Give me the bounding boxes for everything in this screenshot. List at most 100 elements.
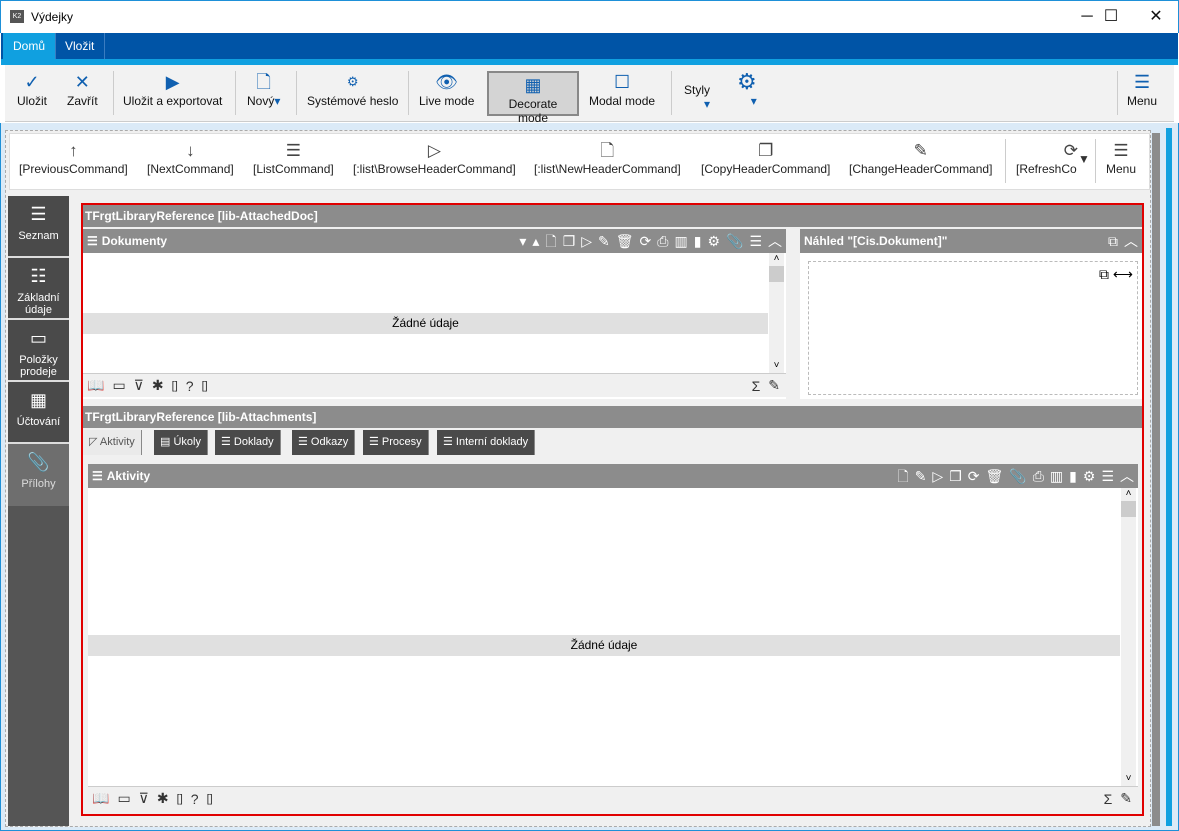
sidebar-item-zakladni-udaje[interactable]: ☷ Základní údaje [8, 258, 69, 320]
play-outline-icon[interactable]: ▷ [932, 464, 943, 488]
hamburger-icon[interactable]: ☰ [749, 229, 762, 253]
fit-width-icon[interactable]: ⟷ [1113, 266, 1133, 283]
play-outline-icon[interactable]: ▷ [581, 229, 592, 253]
asterisk-icon[interactable]: ✱ [152, 377, 164, 394]
refresh-icon[interactable]: ⟳ [968, 464, 980, 488]
collapse-icon[interactable]: ︿ [1124, 229, 1138, 253]
modal-mode-label: Modal mode [589, 94, 656, 108]
brackets-button[interactable]: [] [207, 793, 213, 805]
new-document-icon[interactable]: 🗋 [545, 229, 556, 253]
tab-aktivity[interactable]: ◸ Aktivity [83, 430, 142, 455]
collapse-icon[interactable]: ︿ [1120, 464, 1134, 488]
paperclip-icon[interactable]: 📎 [726, 229, 743, 253]
close-button[interactable]: ✕ Zavřít [63, 70, 102, 118]
modal-mode-button[interactable]: ☐ Modal mode [585, 70, 659, 118]
new-header-command-button[interactable]: 🗋 [:list\NewHeaderCommand] [534, 140, 681, 176]
list-icon: ☰ [285, 141, 301, 160]
next-command-button[interactable]: ↓ [NextCommand] [147, 140, 234, 176]
maximize-button[interactable]: ☐ [1091, 5, 1131, 29]
sum-button[interactable]: Σ [752, 378, 761, 394]
help-button[interactable]: ? [191, 791, 199, 807]
copy-header-command-button[interactable]: ❐ [CopyHeaderCommand] [701, 140, 830, 176]
trash-icon[interactable]: 🗑 [616, 229, 634, 253]
sidebar: ☰ Seznam ☷ Základní údaje ▭ Položky prodeje… [8, 196, 69, 826]
filter-icon[interactable]: ⊽ [134, 377, 144, 394]
print-icon[interactable]: ⎙ [657, 229, 668, 253]
brackets-button[interactable]: [] [202, 380, 208, 392]
tab-interni-doklady[interactable]: ☰ Interní doklady [437, 430, 536, 455]
refresh-icon: ⟳ [1063, 141, 1078, 160]
live-mode-button[interactable]: 👁 Live mode [415, 70, 478, 118]
brackets-button[interactable]: [] [172, 380, 178, 392]
columns-icon[interactable]: ▮ [1069, 464, 1077, 488]
book-icon[interactable]: 📖 [87, 377, 104, 394]
vertical-scrollbar[interactable]: ˄ ˅ [769, 253, 784, 373]
save-export-button[interactable]: ▶ Uložit a exportovat [119, 70, 226, 118]
commands-menu-button[interactable]: ☰ Menu [1106, 140, 1136, 176]
copy-icon[interactable]: ❐ [949, 464, 962, 488]
close-window-button[interactable]: ✕ [1136, 5, 1176, 29]
column-chooser-icon[interactable]: ☰ [83, 234, 102, 248]
edit-icon[interactable]: ✎ [1120, 790, 1138, 807]
sidebar-item-seznam[interactable]: ☰ Seznam [8, 196, 69, 258]
preview-panel: Náhled "[Cis.Dokument]" ⧉ ︿ ⧉ ⟷ [800, 229, 1142, 399]
divider [235, 71, 236, 115]
archive-icon[interactable]: ▭ [112, 377, 125, 394]
dokumenty-panel: ☰ Dokumenty ▾ ▴ 🗋 ❐ ▷ ✎ 🗑 ⟳ ⎙ ▥ ▮ ⚙ 📎 ☰ ︿ Žádné údaje ˄… [83, 229, 786, 399]
sidebar-item-uctovani[interactable]: ▦ Účtování [8, 382, 69, 444]
pencil-icon[interactable]: ✎ [598, 229, 610, 253]
chart-icon[interactable]: ▥ [1050, 464, 1063, 488]
columns-icon[interactable]: ▮ [694, 229, 702, 253]
gear-icon[interactable]: ⚙ [1083, 464, 1096, 488]
print-icon[interactable]: ⎙ [1033, 464, 1044, 488]
tab-odkazy[interactable]: ☰ Odkazy [292, 430, 356, 455]
browse-header-command-button[interactable]: ▷ [:list\BrowseHeaderCommand] [353, 140, 516, 176]
tab-procesy[interactable]: ☰ Procesy [363, 430, 429, 455]
tab-ukoly[interactable]: ▤ Úkoly [154, 430, 208, 455]
refresh-command-button[interactable]: ⟳ [RefreshCo [1016, 140, 1078, 176]
trash-icon[interactable]: 🗑 [986, 464, 1004, 488]
sort-down-icon[interactable]: ▾ [519, 229, 526, 253]
archive-icon[interactable]: ▭ [117, 790, 130, 807]
paperclip-icon[interactable]: 📎 [1009, 464, 1026, 488]
settings-dropdown[interactable]: ⚙ ▾ [733, 70, 761, 118]
tab-vlozit[interactable]: Vložit [55, 33, 106, 60]
copy-icon[interactable]: ❐ [563, 229, 576, 253]
more-commands-dropdown[interactable]: ▼ [1078, 152, 1090, 166]
hamburger-icon[interactable]: ☰ [1101, 464, 1114, 488]
ribbon-menu-button[interactable]: ☰ Menu [1123, 70, 1161, 118]
system-password-button[interactable]: ⚙ Systémové heslo [303, 70, 402, 118]
new-document-icon[interactable]: 🗋 [897, 464, 908, 488]
collapse-icon[interactable]: ︿ [768, 229, 782, 253]
open-external-icon[interactable]: ⧉ [1108, 229, 1118, 253]
save-button[interactable]: ✓ Uložit [13, 70, 51, 118]
previous-command-button[interactable]: ↑ [PreviousCommand] [19, 140, 128, 176]
edit-icon[interactable]: ✎ [768, 377, 786, 394]
sum-button[interactable]: Σ [1104, 791, 1113, 807]
list-command-button[interactable]: ☰ [ListCommand] [253, 140, 334, 176]
new-dropdown-button[interactable]: 🗋 Nový▾ [243, 70, 284, 118]
sidebar-item-polozky-prodeje[interactable]: ▭ Položky prodeje [8, 320, 69, 382]
decorate-mode-button[interactable]: ▦ Decorate mode [487, 71, 579, 125]
refresh-icon[interactable]: ⟳ [640, 229, 652, 253]
sidebar-item-prilohy[interactable]: 📎 Přílohy [8, 444, 69, 506]
change-header-command-button[interactable]: ✎ [ChangeHeaderCommand] [849, 140, 992, 176]
chart-icon[interactable]: ▥ [674, 229, 687, 253]
sort-up-icon[interactable]: ▴ [532, 229, 539, 253]
book-icon[interactable]: 📖 [92, 790, 109, 807]
tab-domu[interactable]: Domů [3, 33, 57, 60]
splitter[interactable] [1166, 128, 1172, 826]
column-chooser-icon[interactable]: ☰ [88, 469, 107, 483]
gear-icon[interactable]: ⚙ [707, 229, 720, 253]
asterisk-icon[interactable]: ✱ [157, 790, 169, 807]
help-button[interactable]: ? [186, 378, 194, 394]
app-logo-icon: K2 [10, 10, 24, 23]
vertical-scrollbar[interactable]: ˄ ˅ [1121, 488, 1136, 786]
ribbon: ✓ Uložit ✕ Zavřít ▶ Uložit a exportovat 🗋 No… [5, 65, 1174, 125]
tab-doklady[interactable]: ☰ Doklady [215, 430, 281, 455]
form-scrollbar[interactable] [1152, 133, 1160, 826]
filter-icon[interactable]: ⊽ [139, 790, 149, 807]
brackets-button[interactable]: [] [177, 793, 183, 805]
pencil-icon[interactable]: ✎ [915, 464, 927, 488]
open-external-icon[interactable]: ⧉ [1099, 266, 1109, 283]
